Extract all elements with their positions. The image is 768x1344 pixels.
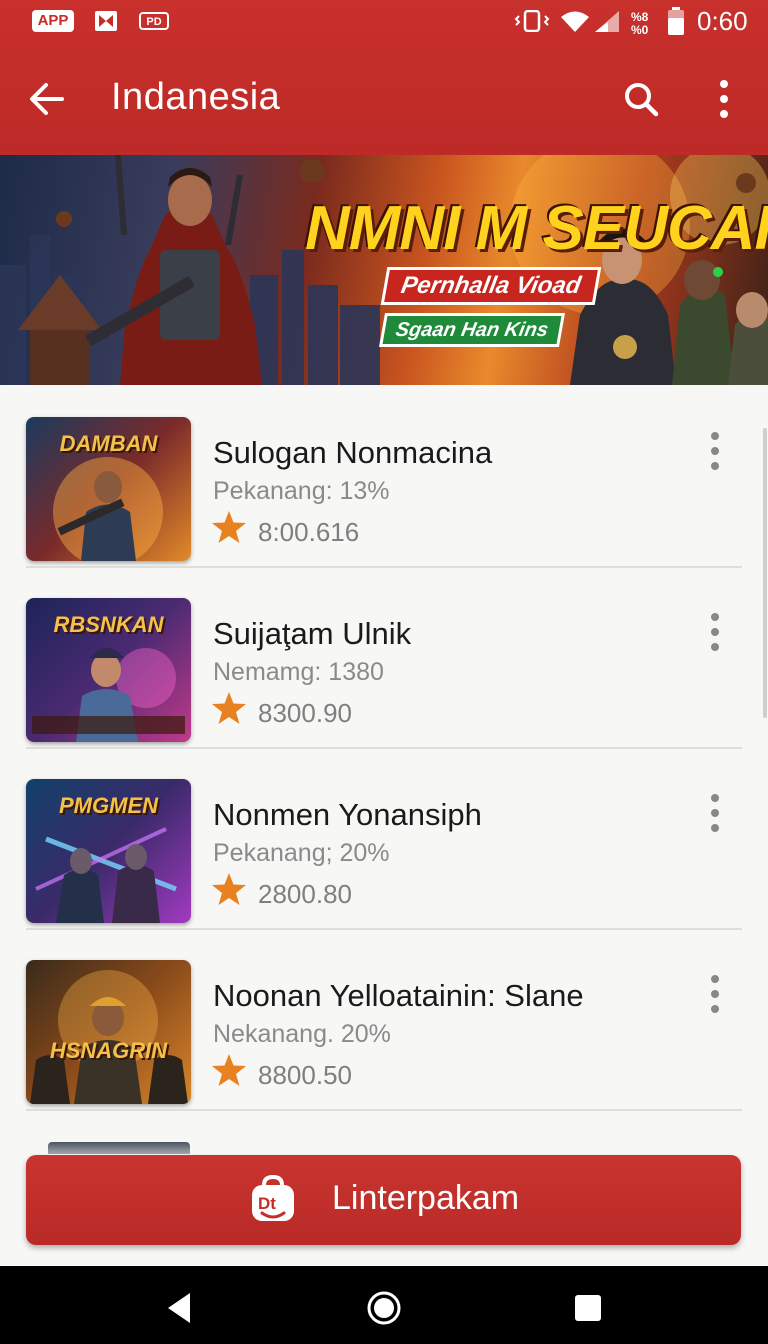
item-overflow-button[interactable]	[700, 610, 730, 654]
item-overflow-button[interactable]	[700, 429, 730, 473]
primary-action-label: Linterpakam	[332, 1179, 520, 1217]
game-thumbnail: RBSNKAN	[26, 598, 191, 742]
svg-text:Dt: Dt	[258, 1194, 276, 1213]
thumbnail-title: DAMBAN	[59, 431, 158, 456]
more-vert-icon	[711, 613, 719, 651]
game-subtitle: Nemamg: 1380	[213, 658, 384, 686]
banner-artwork	[0, 155, 768, 385]
back-arrow-icon	[30, 83, 64, 115]
list-item[interactable]: HSNAGRIN Noonan Yelloatainin: Slane Neka…	[0, 928, 768, 1111]
home-circle-icon	[367, 1291, 401, 1325]
recents-square-icon	[575, 1295, 601, 1321]
system-nav-bar	[0, 1266, 768, 1344]
list-item[interactable]: PMGMEN Nonmen Yonansiph Pekanang; 20% 28…	[0, 747, 768, 930]
game-subtitle: Nekanang. 20%	[213, 1020, 391, 1048]
item-overflow-button[interactable]	[700, 972, 730, 1016]
search-icon	[625, 83, 659, 117]
status-bar: APP PD %8 %0 0:60	[0, 0, 768, 44]
thumbnail-title: RBSNKAN	[53, 612, 164, 637]
scrollbar[interactable]	[763, 428, 767, 718]
game-rating: 8300.90	[258, 698, 352, 728]
game-thumbnail: PMGMEN	[26, 779, 191, 923]
star-icon	[212, 873, 246, 905]
banner-headline: NMNI M SEUCAH	[305, 194, 768, 263]
toolbar: Indanesia	[0, 50, 768, 150]
app-badge-icon: APP	[32, 10, 74, 32]
flag-icon	[94, 10, 118, 32]
game-title: Nonmen Yonansiph	[213, 797, 482, 832]
thumbnail-title: PMGMEN	[59, 793, 158, 818]
app-header: APP PD %8 %0 0:60 Indanesia	[0, 0, 768, 155]
star-icon	[212, 511, 246, 543]
game-subtitle: Pekanang: 13%	[213, 477, 390, 505]
nav-recents-button[interactable]	[568, 1288, 608, 1328]
primary-action-button[interactable]: Dt Linterpakam	[26, 1155, 741, 1245]
banner-secondary-tag: Sgaan Han Kins	[379, 313, 565, 347]
game-rating: 8800.50	[258, 1060, 352, 1090]
svg-text:%8: %8	[631, 10, 649, 24]
vibrate-icon	[514, 9, 550, 33]
banner-primary-tag: Pernhalla Vioad	[380, 267, 602, 305]
battery-percent: %8 %0	[631, 10, 659, 37]
more-vert-icon	[711, 794, 719, 832]
back-triangle-icon	[168, 1293, 190, 1323]
search-button[interactable]	[616, 76, 666, 122]
item-overflow-button[interactable]	[700, 791, 730, 835]
thumbnail-title: HSNAGRIN	[49, 1038, 168, 1063]
list-item[interactable]: RBSNKAN Suijaţam Ulnik Nemamg: 1380 8300…	[0, 566, 768, 749]
game-thumbnail: DAMBAN	[26, 417, 191, 561]
list-item[interactable]: DAMBAN Sulogan Nonmacina Pekanang: 13% 8…	[0, 385, 768, 568]
star-icon	[212, 692, 246, 724]
page-title: Indanesia	[111, 76, 281, 118]
battery-icon	[667, 7, 685, 35]
pd-badge-icon: PD	[139, 12, 169, 30]
star-icon	[212, 1054, 246, 1086]
clock: 0:60	[697, 6, 748, 36]
game-title: Suijaţam Ulnik	[213, 616, 412, 651]
promo-banner[interactable]: NMNI M SEUCAH Pernhalla Vioad Sgaan Han …	[0, 155, 768, 385]
back-button[interactable]	[22, 76, 72, 122]
list-divider	[26, 1109, 742, 1111]
game-rating: 2800.80	[258, 879, 352, 909]
wifi-icon	[560, 10, 590, 32]
game-title: Sulogan Nonmacina	[213, 435, 493, 470]
store-bag-icon: Dt	[252, 1175, 294, 1221]
game-rating: 8:00.616	[258, 517, 360, 547]
game-thumbnail: HSNAGRIN	[26, 960, 191, 1104]
overflow-menu-button[interactable]	[702, 74, 746, 124]
more-vert-icon	[711, 975, 719, 1013]
game-subtitle: Pekanang; 20%	[213, 839, 390, 867]
game-title: Noonan Yelloatainin: Slane	[213, 978, 584, 1013]
svg-text:%0: %0	[631, 23, 649, 36]
more-vert-icon	[720, 80, 728, 118]
signal-icon	[594, 10, 620, 32]
more-vert-icon	[711, 432, 719, 470]
nav-back-button[interactable]	[160, 1288, 200, 1328]
game-artwork	[30, 970, 188, 1104]
nav-home-button[interactable]	[364, 1288, 404, 1328]
